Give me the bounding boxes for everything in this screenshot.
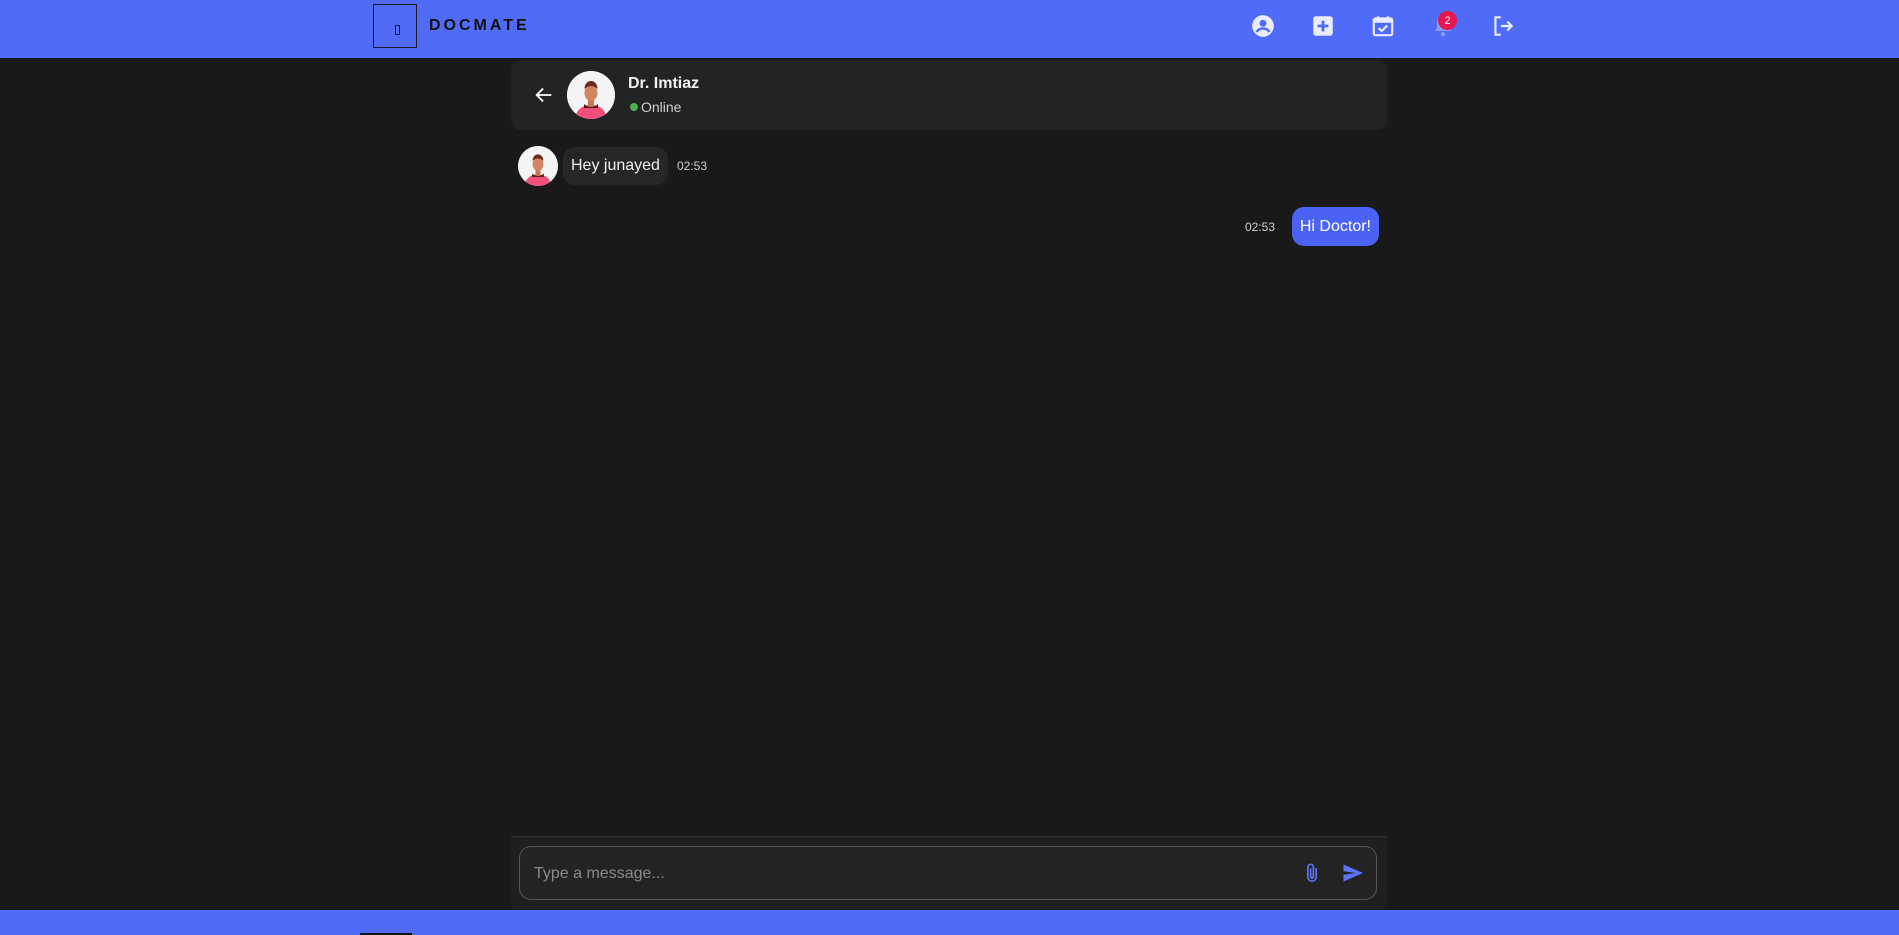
send-icon[interactable] (1340, 860, 1366, 886)
top-navbar: DOCMATE 2 (0, 0, 1899, 58)
footer-bar (0, 910, 1899, 935)
brand-name[interactable]: DOCMATE (429, 17, 530, 35)
logo-icon[interactable] (373, 4, 417, 48)
contact-name: Dr. Imtiaz (628, 75, 700, 92)
online-status-text: Online (641, 99, 682, 115)
account-circle-icon[interactable] (1249, 12, 1277, 40)
sender-avatar (518, 146, 558, 186)
incoming-message-time: 02:53 (677, 159, 708, 173)
message-composer-area (511, 836, 1387, 909)
outgoing-message-bubble: Hi Doctor! (1291, 207, 1379, 246)
notification-badge: 2 (1438, 11, 1457, 30)
contact-avatar[interactable] (567, 71, 615, 119)
message-input[interactable] (532, 847, 1276, 901)
chat-header: Dr. Imtiaz Online (511, 60, 1387, 130)
logout-icon[interactable] (1489, 12, 1517, 40)
online-status-dot (630, 103, 638, 111)
back-arrow-icon[interactable] (531, 82, 557, 108)
medical-plus-icon[interactable] (1309, 12, 1337, 40)
incoming-message-bubble: Hey junayed (563, 147, 668, 185)
calendar-check-icon[interactable] (1369, 12, 1397, 40)
attachment-icon[interactable] (1300, 861, 1324, 885)
message-composer (519, 846, 1377, 901)
outgoing-message-time: 02:53 (1245, 220, 1276, 234)
